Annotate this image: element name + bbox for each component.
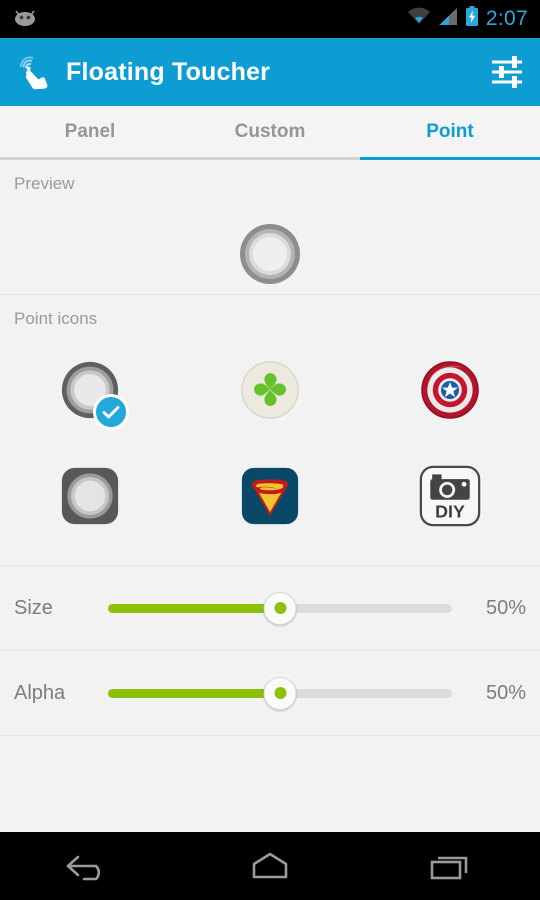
android-robot-icon: [12, 7, 38, 32]
content-filler: [0, 736, 540, 832]
back-nav-icon[interactable]: [0, 849, 180, 883]
point-icons-section: Point icons DIY: [0, 295, 540, 566]
tab-point[interactable]: Point: [360, 106, 540, 160]
diy-camera-point-icon: DIY: [419, 465, 481, 532]
size-slider-thumb[interactable]: [263, 591, 297, 625]
diy-label: DIY: [435, 501, 465, 521]
system-nav-bar: [0, 832, 540, 900]
point-icons-row: [0, 339, 540, 445]
alpha-slider-thumb[interactable]: [263, 676, 297, 710]
alpha-slider[interactable]: [100, 670, 460, 716]
size-slider-label: Size: [14, 596, 53, 619]
touch-hand-icon: [14, 53, 52, 91]
selected-check-icon: [93, 394, 129, 430]
action-bar: Floating Toucher: [0, 38, 540, 106]
point-icon-option-clover[interactable]: [180, 360, 360, 425]
point-icons-grid: DIY: [0, 329, 540, 565]
status-bar: 2:07: [0, 0, 540, 38]
rounded-square-ring-icon: [61, 467, 119, 530]
preview-section: Preview: [0, 160, 540, 295]
superman-point-icon: [241, 467, 299, 530]
app-title: Floating Toucher: [66, 57, 271, 86]
size-slider[interactable]: [100, 585, 460, 631]
home-nav-icon[interactable]: [180, 849, 360, 883]
point-icon-option-diy-camera[interactable]: DIY: [360, 465, 540, 532]
preview-point-icon: [238, 222, 302, 291]
battery-charging-icon: [465, 6, 479, 32]
clover-point-icon: [240, 360, 300, 425]
tab-panel[interactable]: Panel: [0, 106, 180, 160]
tab-point-label: Point: [426, 120, 474, 142]
tab-custom[interactable]: Custom: [180, 106, 360, 160]
tab-custom-label: Custom: [234, 120, 306, 142]
point-icon-option-ring[interactable]: [0, 360, 180, 430]
size-slider-value: 50%: [485, 596, 526, 619]
size-slider-row: Size 50%: [0, 566, 540, 651]
point-icons-section-label: Point icons: [14, 309, 98, 328]
point-icon-option-rounded-square-ring[interactable]: [0, 467, 180, 530]
alpha-slider-row: Alpha 50%: [0, 651, 540, 736]
point-icons-row: DIY: [0, 445, 540, 551]
point-icon-option-captain-america[interactable]: [360, 360, 540, 424]
preview-section-label: Preview: [14, 174, 75, 193]
cellular-signal-icon: [438, 7, 458, 31]
size-slider-fill: [108, 603, 280, 613]
wifi-icon: [407, 7, 431, 31]
point-icon-option-superman[interactable]: [180, 467, 360, 530]
alpha-slider-label: Alpha: [14, 681, 66, 704]
settings-content: Preview Point icons DIY Size 50% Alpha 5…: [0, 160, 540, 832]
status-clock: 2:07: [485, 7, 528, 30]
tab-bar: Panel Custom Point: [0, 106, 540, 160]
captain-america-point-icon: [421, 360, 479, 424]
alpha-slider-fill: [108, 688, 280, 698]
recents-nav-icon[interactable]: [360, 849, 540, 883]
tab-panel-label: Panel: [64, 120, 116, 142]
alpha-slider-value: 50%: [485, 681, 526, 704]
sliders-settings-icon[interactable]: [488, 53, 526, 91]
